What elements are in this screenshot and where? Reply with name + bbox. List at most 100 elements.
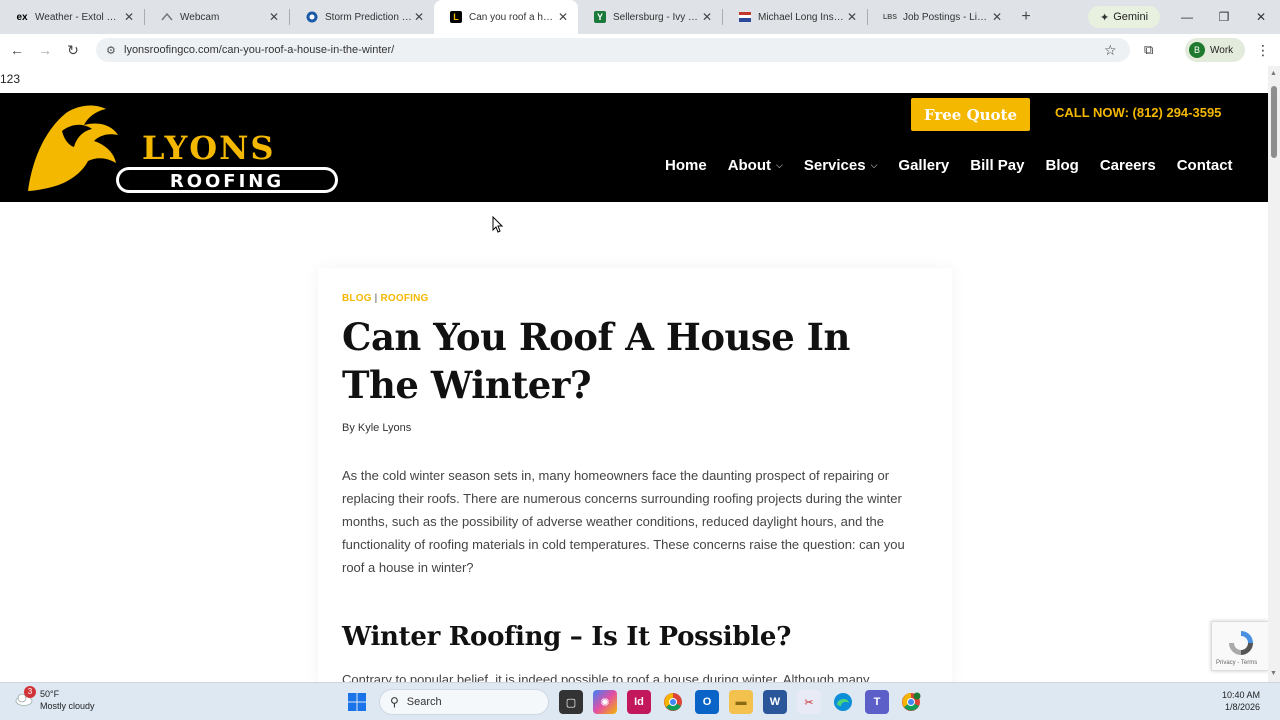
taskbar-apps: ⚲ Search ▢ ✺ Id O ▬ W ✂ T	[345, 689, 923, 715]
url-text: lyonsroofingco.com/can-you-roof-a-house-…	[124, 44, 395, 56]
flag-favicon-icon	[739, 11, 751, 23]
call-now-link[interactable]: CALL NOW: (812) 294-3595	[1055, 105, 1221, 120]
nav-label: Blog	[1045, 157, 1079, 174]
clock-date: 1/8/2026	[1224, 702, 1261, 712]
nav-item-services[interactable]: Services ⌵	[804, 157, 878, 174]
logo-text-lyons: LYONS	[142, 129, 276, 167]
category-roofing-link[interactable]: ROOFING	[380, 293, 428, 304]
close-icon[interactable]: ✕	[845, 10, 859, 24]
nav-item-blog[interactable]: Blog	[1045, 157, 1078, 174]
task-view-icon[interactable]: ▢	[559, 690, 583, 714]
tab-title: Michael Long Insurance	[758, 11, 845, 23]
ivy-tech-favicon-icon: Y	[594, 11, 606, 23]
search-icon: ⚲	[390, 695, 399, 709]
recaptcha-icon	[1229, 631, 1253, 655]
web-page: 123 LYONS ROOFING Free Quote CALL NOW: (…	[0, 66, 1268, 682]
tab-title: Sellersburg - Ivy Tech	[613, 11, 700, 23]
article-paragraph: Contrary to popular belief, it is indeed…	[342, 672, 870, 682]
category-blog-link[interactable]: BLOG	[342, 293, 372, 304]
menu-kebab-icon[interactable]: ⋮	[1256, 42, 1270, 59]
close-icon[interactable]: ✕	[122, 10, 136, 24]
site-info-icon[interactable]: ⚙	[106, 44, 124, 57]
search-label: Search	[406, 696, 442, 708]
edge-icon[interactable]	[831, 690, 855, 714]
article-card: BLOG | ROOFING Can You Roof A House In T…	[318, 268, 952, 682]
tab-job-postings[interactable]: LBS Job Postings - Libs Paradise ✕	[868, 0, 1012, 34]
nav-label: Bill Pay	[970, 157, 1025, 174]
profile-button[interactable]: B Work	[1185, 38, 1245, 62]
windows-start-icon[interactable]	[345, 690, 369, 714]
stray-text: 123	[0, 72, 21, 86]
word-icon[interactable]: W	[763, 690, 787, 714]
taskbar-search[interactable]: ⚲ Search	[379, 689, 549, 715]
lyons-roofing-logo[interactable]: LYONS ROOFING	[22, 101, 342, 197]
indesign-icon[interactable]: Id	[627, 690, 651, 714]
nav-item-gallery[interactable]: Gallery	[898, 157, 949, 174]
gemini-button[interactable]: ✦ Gemini	[1088, 6, 1160, 28]
nav-item-contact[interactable]: Contact	[1177, 157, 1233, 174]
new-tab-icon[interactable]: +	[1012, 8, 1040, 26]
back-icon[interactable]: ←	[3, 36, 31, 64]
tab-title: Storm Prediction Center	[325, 11, 412, 23]
file-explorer-icon[interactable]: ▬	[729, 690, 753, 714]
teams-icon[interactable]: T	[865, 690, 889, 714]
main-nav: Home About ⌵ Services ⌵ Gallery Bill Pay B…	[665, 157, 1254, 174]
weather-badge: 3	[24, 686, 36, 698]
article-byline: By Kyle Lyons	[342, 422, 412, 434]
page-scrollbar[interactable]: ▲ ▼	[1268, 66, 1280, 682]
nav-label: Gallery	[898, 157, 950, 174]
address-bar[interactable]: ⚙ lyonsroofingco.com/can-you-roof-a-hous…	[96, 38, 1130, 62]
nav-item-about[interactable]: About ⌵	[728, 157, 783, 174]
outlook-icon[interactable]: O	[695, 690, 719, 714]
recaptcha-badge[interactable]: Privacy - Terms	[1211, 621, 1268, 671]
close-icon[interactable]: ✕	[556, 10, 570, 24]
nav-label: Home	[665, 157, 707, 174]
tab-michael-long[interactable]: Michael Long Insurance ✕	[723, 0, 867, 34]
nav-label: About	[727, 157, 772, 174]
article-categories: BLOG | ROOFING	[342, 293, 429, 304]
tab-title: Weather - Extol Media	[35, 11, 122, 23]
recaptcha-terms[interactable]: Privacy - Terms	[1216, 660, 1257, 666]
logo-text-roofing: ROOFING	[170, 171, 284, 192]
scrollbar-thumb[interactable]	[1271, 86, 1277, 158]
tab-webcam[interactable]: Webcam ✕	[145, 0, 289, 34]
chevron-down-icon: ⌵	[870, 160, 878, 170]
extol-favicon-icon: ex	[16, 11, 28, 23]
close-icon[interactable]: ✕	[267, 10, 281, 24]
reload-icon[interactable]: ↻	[59, 36, 87, 64]
tab-title: Webcam	[180, 11, 220, 23]
nav-item-home[interactable]: Home	[665, 157, 707, 174]
chrome-profile-icon[interactable]	[899, 690, 923, 714]
scroll-up-icon[interactable]: ▲	[1270, 70, 1277, 77]
tab-weather[interactable]: ex Weather - Extol Media ✕	[0, 0, 144, 34]
nav-label: Contact	[1176, 157, 1233, 174]
nav-item-bill-pay[interactable]: Bill Pay	[970, 157, 1024, 174]
tab-title: Can you roof a house in the winter	[469, 11, 556, 23]
weather-widget[interactable]: 3 50°F Mostly cloudy	[14, 686, 95, 712]
system-clock[interactable]: 10:40 AM 1/8/2026	[1222, 689, 1260, 713]
tab-storm-prediction[interactable]: Storm Prediction Center ✕	[290, 0, 434, 34]
scroll-down-icon[interactable]: ▼	[1270, 670, 1277, 677]
free-quote-button[interactable]: Free Quote	[911, 98, 1030, 131]
weather-temp: 50°F	[40, 689, 60, 699]
lens-icon[interactable]: ⧉	[1144, 42, 1153, 58]
snipping-tool-icon[interactable]: ✂	[797, 690, 821, 714]
forward-icon[interactable]: →	[31, 36, 59, 64]
nav-item-careers[interactable]: Careers	[1100, 157, 1156, 174]
close-icon[interactable]: ✕	[412, 10, 426, 24]
window-close-icon[interactable]: ✕	[1243, 0, 1279, 34]
bookmark-star-icon[interactable]: ☆	[1104, 42, 1117, 59]
restore-icon[interactable]: ❐	[1206, 0, 1242, 34]
weather-desc: Mostly cloudy	[40, 701, 95, 711]
copilot-icon[interactable]: ✺	[593, 690, 617, 714]
article-title: Can You Roof A House In The Winter?	[342, 315, 850, 407]
close-icon[interactable]: ✕	[990, 10, 1004, 24]
close-icon[interactable]: ✕	[700, 10, 714, 24]
tab-ivy-tech[interactable]: Y Sellersburg - Ivy Tech ✕	[578, 0, 722, 34]
tab-lyons-roofing[interactable]: L Can you roof a house in the winter ✕	[434, 0, 578, 34]
nav-label: Careers	[1099, 157, 1156, 174]
section-heading: Winter Roofing – Is It Possible?	[342, 622, 792, 652]
minimize-icon[interactable]: —	[1169, 0, 1205, 34]
nav-label: Services	[803, 157, 866, 174]
chrome-icon[interactable]	[661, 690, 685, 714]
